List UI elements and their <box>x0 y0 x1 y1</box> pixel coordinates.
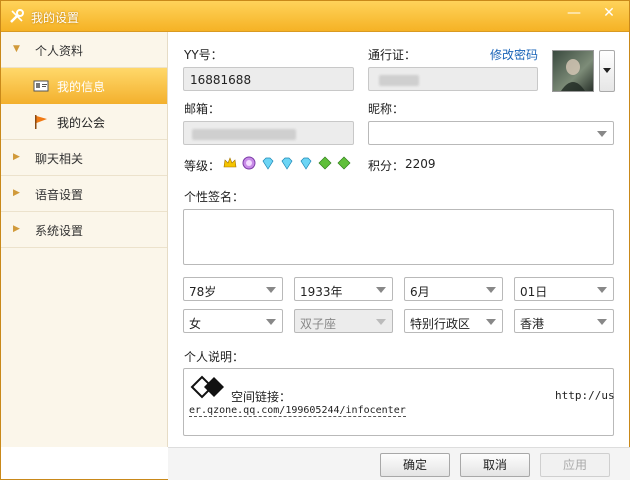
space-link-url-part1: http://us <box>555 389 615 402</box>
cancel-button[interactable]: 取消 <box>460 453 530 477</box>
sidebar-item-my-info[interactable]: 我的信息 <box>1 68 167 104</box>
yy-field: 16881688 <box>183 67 354 91</box>
chevron-down-icon <box>597 131 607 137</box>
title-bar[interactable]: 我的设置 — ✕ <box>1 1 629 32</box>
sidebar-section-label: 聊天相关 <box>35 152 84 166</box>
avatar-image <box>561 59 585 91</box>
chevron-down-icon <box>266 319 276 325</box>
sidebar-section-profile[interactable]: ▼ 个人资料 <box>1 32 167 68</box>
signature-label: 个性签名： <box>184 190 245 204</box>
yy-label: YY号： <box>184 48 223 62</box>
collapsed-arrow-icon: ▶ <box>13 188 20 198</box>
age-value: 78岁 <box>189 285 217 299</box>
day-select[interactable]: 01日 <box>514 277 614 301</box>
sidebar-section-label: 语音设置 <box>35 188 84 202</box>
avatar[interactable] <box>552 50 594 92</box>
description-label: 个人说明： <box>184 350 245 364</box>
sidebar-section-label: 系统设置 <box>35 224 84 238</box>
passport-field <box>368 67 538 91</box>
region-select[interactable]: 特别行政区 <box>404 309 503 333</box>
leaf-icon <box>318 156 332 170</box>
gender-select[interactable]: 女 <box>183 309 283 333</box>
sidebar-item-label: 我的公会 <box>57 116 106 130</box>
region-value: 特别行政区 <box>410 317 471 331</box>
zodiac-select: 双子座 <box>294 309 393 333</box>
chevron-down-icon <box>597 319 607 325</box>
decorative-logo-icon <box>190 375 224 399</box>
chevron-down-icon <box>486 287 496 293</box>
diamond-icon <box>281 157 293 170</box>
city-select[interactable]: 香港 <box>514 309 614 333</box>
day-value: 01日 <box>520 285 548 299</box>
gender-value: 女 <box>189 317 202 331</box>
sidebar-item-my-guild[interactable]: 我的公会 <box>1 104 167 140</box>
close-button[interactable]: ✕ <box>597 4 621 22</box>
month-value: 6月 <box>410 285 430 299</box>
flag-icon <box>35 115 47 129</box>
ok-button[interactable]: 确定 <box>380 453 450 477</box>
age-select[interactable]: 78岁 <box>183 277 283 301</box>
chevron-down-icon <box>266 287 276 293</box>
diamond-icon <box>300 157 312 170</box>
change-password-link[interactable]: 修改密码 <box>490 46 538 63</box>
collapsed-arrow-icon: ▶ <box>13 152 20 162</box>
sidebar-section-chat[interactable]: ▶ 聊天相关 <box>1 140 167 176</box>
chevron-down-icon <box>486 319 496 325</box>
redacted-text <box>192 129 296 140</box>
redacted-text <box>379 75 419 86</box>
dialog-footer: 确定 取消 应用 <box>168 447 630 480</box>
id-card-icon <box>33 80 49 92</box>
space-link-url-part2: er.qzone.qq.com/199605244/infocenter <box>189 405 406 417</box>
expanded-arrow-icon: ▼ <box>13 44 20 54</box>
sidebar-section-voice[interactable]: ▶ 语音设置 <box>1 176 167 212</box>
leaf-icon <box>337 156 351 170</box>
nickname-input[interactable] <box>368 121 614 145</box>
description-input[interactable]: 空间链接： http://us er.qzone.qq.com/19960524… <box>183 368 615 436</box>
year-select[interactable]: 1933年 <box>294 277 393 301</box>
city-value: 香港 <box>520 317 545 331</box>
points-label: 积分： <box>368 159 405 173</box>
month-select[interactable]: 6月 <box>404 277 503 301</box>
collapsed-arrow-icon: ▶ <box>13 224 20 234</box>
yy-value: 16881688 <box>190 73 252 87</box>
sidebar: ▼ 个人资料 我的信息 我的公会 ▶ 聊天相关 ▶ 语音设置 ▶ 系统设置 <box>1 32 168 447</box>
signature-input[interactable] <box>183 209 614 265</box>
diamond-icon <box>262 157 274 170</box>
sidebar-section-system[interactable]: ▶ 系统设置 <box>1 212 167 248</box>
minimize-button[interactable]: — <box>562 4 586 22</box>
space-link-label: 空间链接： <box>231 390 292 404</box>
tools-icon <box>10 9 24 23</box>
window-title: 我的设置 <box>31 11 80 25</box>
apply-button: 应用 <box>540 453 610 477</box>
nickname-label: 昵称： <box>368 102 405 116</box>
settings-window: 我的设置 — ✕ ▼ 个人资料 我的信息 我的公会 ▶ 聊天相关 ▶ 语音设置 … <box>0 0 630 480</box>
avatar-dropdown-button[interactable] <box>599 50 615 92</box>
chevron-down-icon <box>603 68 611 73</box>
sidebar-item-label: 我的信息 <box>57 80 106 94</box>
medal-icon <box>242 156 256 170</box>
zodiac-value: 双子座 <box>300 317 337 331</box>
sidebar-section-label: 个人资料 <box>35 44 84 58</box>
email-field <box>183 121 354 145</box>
chevron-down-icon <box>597 287 607 293</box>
passport-label: 通行证： <box>368 48 417 62</box>
year-value: 1933年 <box>300 285 343 299</box>
level-label: 等级： <box>184 159 221 173</box>
chevron-down-icon <box>376 287 386 293</box>
chevron-down-icon <box>376 319 386 325</box>
points-value: 2209 <box>405 157 436 171</box>
email-label: 邮箱： <box>184 102 221 116</box>
crown-icon <box>223 157 237 168</box>
